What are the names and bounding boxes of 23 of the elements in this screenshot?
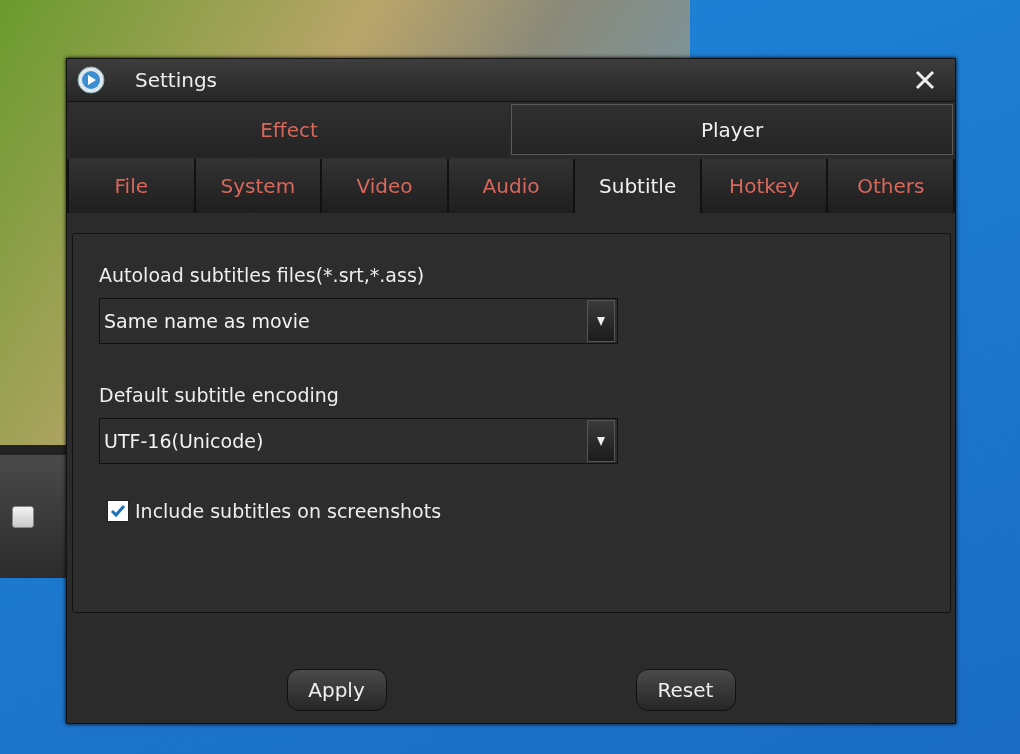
field-label: Default subtitle encoding (99, 384, 340, 406)
field-label: Autoload subtitles files(*.srt,*.ass) (99, 264, 426, 286)
checkbox-label: Include subtitles on screenshots (135, 500, 442, 522)
category-tab[interactable]: Player (511, 104, 953, 155)
tab[interactable]: File (69, 159, 194, 213)
app-icon (77, 66, 105, 94)
tab[interactable]: Hotkey (701, 159, 827, 213)
dropdown-arrow-icon (596, 436, 606, 446)
tab[interactable]: Others (828, 159, 954, 213)
button[interactable]: Apply (286, 669, 387, 711)
tab[interactable]: Audio (448, 159, 574, 213)
dropdown[interactable]: Same name as movie (99, 298, 618, 344)
close-icon[interactable] (915, 70, 935, 90)
window-title: Settings (135, 68, 219, 92)
stop-button[interactable] (12, 505, 34, 528)
button[interactable]: Reset (635, 669, 736, 711)
checkbox[interactable] (107, 500, 129, 522)
dropdown[interactable]: UTF-16(Unicode) (99, 418, 618, 464)
category-tab[interactable]: Effect (69, 102, 509, 157)
tab[interactable]: System (195, 159, 321, 213)
tab[interactable]: Subtitle (575, 159, 700, 213)
tab[interactable]: Video (322, 159, 447, 213)
dropdown-arrow-icon (596, 316, 606, 326)
